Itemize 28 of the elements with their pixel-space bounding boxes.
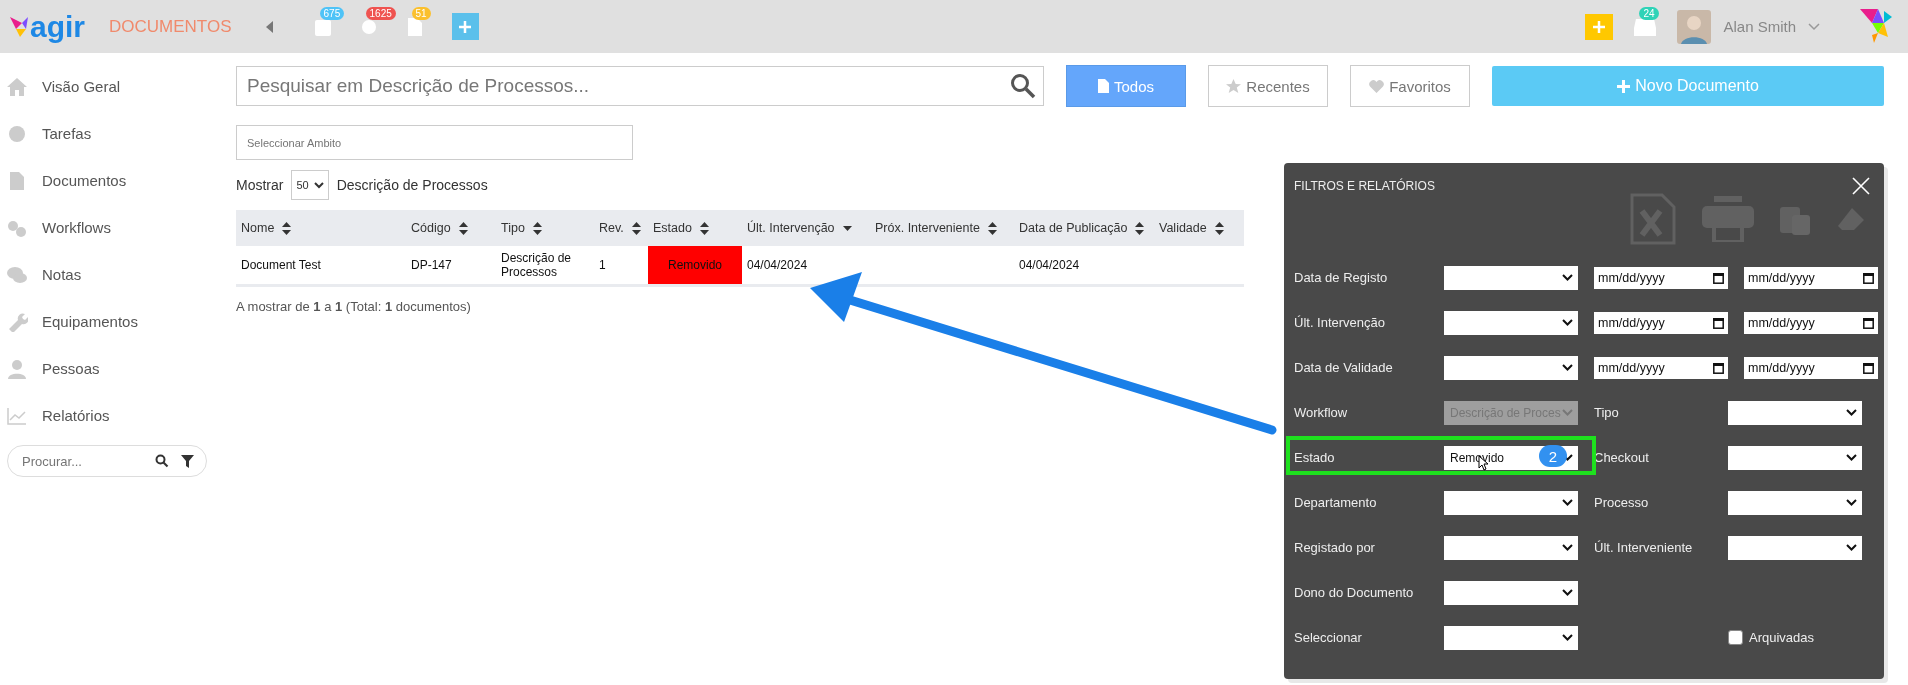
- filter-label: Data de Validade: [1294, 360, 1394, 375]
- table-cell: Document Test: [236, 246, 406, 286]
- list-caption: Descrição de Processos: [336, 177, 488, 193]
- count-badge: 1625: [365, 6, 396, 20]
- table-cell: 04/04/2024: [1014, 246, 1154, 286]
- filter-label: Registado por: [1294, 540, 1376, 555]
- summary-text: A mostrar de 1 a 1 (Total: 1 documentos): [236, 299, 471, 314]
- count-badge: 24: [1639, 6, 1659, 20]
- filter-label: Estado: [1294, 450, 1336, 465]
- filter-label: Checkout: [1593, 450, 1650, 465]
- filter-label: Dono do Documento: [1294, 585, 1415, 600]
- table-cell: Removido: [648, 246, 742, 286]
- filter-label: Data de Registo: [1294, 270, 1389, 285]
- table-cell: Descrição de Processos: [496, 246, 594, 286]
- filter-label: Processo: [1593, 495, 1650, 510]
- filter-label: Últ. Intervenção: [1294, 315, 1387, 330]
- filter-label: Tipo: [1593, 405, 1620, 420]
- filter-label: Últ. Interveniente: [1593, 540, 1694, 555]
- filter-label: Workflow: [1294, 405, 1349, 420]
- module-title: DOCUMENTOS: [109, 16, 232, 37]
- count-badge: 51: [411, 6, 431, 20]
- panel-title: FILTROS E RELATÓRIOS: [1294, 179, 1435, 193]
- show-label: Mostrar: [236, 177, 284, 193]
- filter-label: Departamento: [1294, 495, 1378, 510]
- filter-label: Seleccionar: [1294, 630, 1363, 645]
- step-badge: 2: [1539, 445, 1567, 467]
- count-badge: 675: [319, 6, 345, 20]
- table-cell: DP-147: [406, 246, 496, 286]
